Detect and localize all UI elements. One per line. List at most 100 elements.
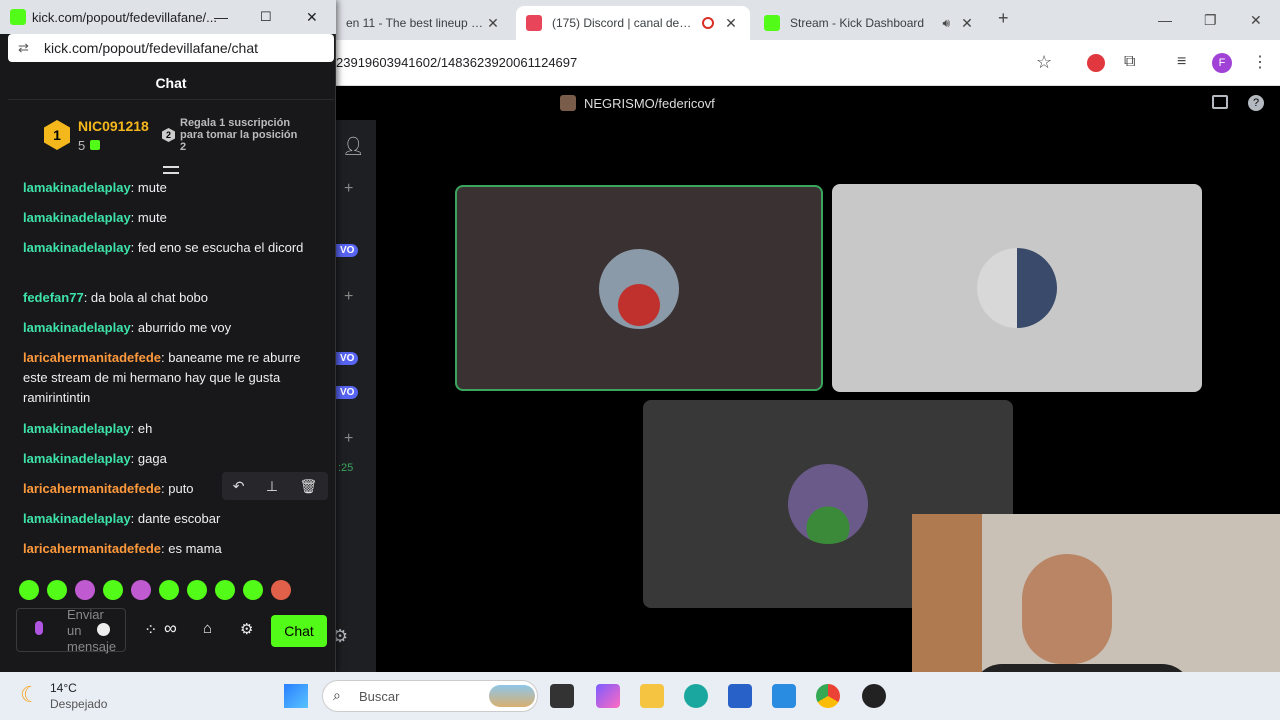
popout-icon[interactable]: [1212, 95, 1228, 109]
popout-address-bar[interactable]: ⇄ kick.com/popout/fedevillafane/chat: [8, 34, 334, 62]
tab-label: en 11 - The best lineup bu: [346, 16, 484, 30]
participant-avatar: [788, 464, 868, 544]
microphone-icon[interactable]: [35, 621, 43, 635]
weather-desc: Despejado: [50, 697, 108, 711]
emote-icon[interactable]: [243, 580, 263, 600]
chrome-icon[interactable]: [816, 684, 840, 708]
chat-message[interactable]: laricahermanitadefede: es mama: [23, 539, 323, 559]
minimize-icon[interactable]: —: [214, 9, 228, 25]
chat-username[interactable]: lamakinadelaplay: [23, 210, 131, 225]
chat-message-input[interactable]: Enviar un mensaje: [16, 607, 126, 654]
emote-icon[interactable]: [131, 580, 151, 600]
chat-message[interactable]: laricahermanitadefede: baneame me re abu…: [23, 348, 323, 408]
live-badge: VO: [336, 244, 359, 257]
chat-username[interactable]: lamakinadelaplay: [23, 240, 131, 255]
chat-message[interactable]: lamakinadelaplay: mute: [23, 208, 323, 228]
chat-message[interactable]: lamakinadelaplay: dante escobar: [23, 509, 323, 529]
chat-username[interactable]: lamakinadelaplay: [23, 180, 131, 195]
menu-icon[interactable]: ⋮: [1252, 52, 1268, 72]
add-icon[interactable]: +: [344, 288, 353, 306]
adblock-icon[interactable]: [1087, 54, 1105, 72]
task-view-icon[interactable]: [550, 684, 574, 708]
participant-avatar: [977, 248, 1057, 328]
file-explorer-icon[interactable]: [640, 684, 664, 708]
store-icon[interactable]: ⌂: [203, 620, 212, 637]
gift-prompt: Regala 1 suscripción para tomar la posic…: [180, 117, 298, 153]
close-icon[interactable]: ✕: [484, 15, 502, 32]
pin-icon[interactable]: ⊥: [266, 478, 278, 495]
edge-icon[interactable]: [684, 684, 708, 708]
screen: en 11 - The best lineup bu ✕ (175) Disco…: [0, 0, 1280, 720]
close-icon[interactable]: ✕: [958, 15, 976, 32]
maximize-icon[interactable]: ☐: [260, 9, 272, 25]
close-window-icon[interactable]: ✕: [1250, 12, 1262, 29]
minimize-icon[interactable]: —: [1158, 12, 1172, 28]
bookmark-star-icon[interactable]: ☆: [1036, 52, 1052, 73]
reply-icon[interactable]: ↶: [233, 478, 245, 495]
outlook-icon[interactable]: [772, 684, 796, 708]
chat-text: : puto: [161, 481, 194, 496]
taskbar-search[interactable]: ⌕ Buscar: [322, 680, 538, 712]
chat-message[interactable]: lamakinadelaplay: mute: [23, 178, 323, 198]
emote-icon[interactable]: [75, 580, 95, 600]
restore-icon[interactable]: ❐: [1204, 12, 1217, 29]
chat-message[interactable]: lamakinadelaplay: aburrido me voy: [23, 318, 323, 338]
chat-username[interactable]: lamakinadelaplay: [23, 511, 131, 526]
chat-username[interactable]: laricahermanitadefede: [23, 481, 161, 496]
start-icon[interactable]: [284, 684, 308, 708]
send-chat-button[interactable]: Chat: [271, 615, 327, 647]
emote-icon[interactable]: [159, 580, 179, 600]
chat-username[interactable]: laricahermanitadefede: [23, 541, 161, 556]
help-icon[interactable]: ?: [1248, 95, 1264, 111]
media-control-icon[interactable]: ≡: [1177, 53, 1186, 71]
chat-username[interactable]: fedefan77: [23, 290, 84, 305]
emote-icon[interactable]: [19, 580, 39, 600]
server-icon: [560, 95, 576, 111]
add-icon[interactable]: +: [344, 180, 353, 198]
close-window-icon[interactable]: ✕: [306, 9, 318, 26]
weather-temp: 14°C: [50, 681, 77, 695]
chat-message[interactable]: lamakinadelaplay: gaga: [23, 449, 323, 469]
emote-icon[interactable]: [271, 580, 291, 600]
chat-username[interactable]: lamakinadelaplay: [23, 320, 131, 335]
infinity-icon[interactable]: ∞: [164, 618, 177, 639]
site-info-icon[interactable]: ⇄: [18, 40, 29, 56]
chat-text: : mute: [130, 180, 167, 195]
profile-avatar[interactable]: F: [1212, 53, 1232, 73]
store-icon[interactable]: [728, 684, 752, 708]
app-icon[interactable]: [862, 684, 886, 708]
settings-icon[interactable]: ⚙: [240, 620, 253, 638]
emoji-icon[interactable]: [97, 623, 110, 636]
chat-message[interactable]: fedefan77: da bola al chat bobo: [23, 288, 323, 308]
emote-icon[interactable]: [187, 580, 207, 600]
leaderboard-user[interactable]: NIC091218: [78, 118, 149, 134]
add-friend-icon[interactable]: 👤︎: [342, 136, 365, 157]
emote-icon[interactable]: [103, 580, 123, 600]
delete-icon[interactable]: 🗑︎: [299, 478, 317, 495]
tab-lineup[interactable]: en 11 - The best lineup bu ✕: [336, 6, 512, 40]
points-icon[interactable]: ⁘: [144, 620, 157, 640]
speaker-icon[interactable]: 🔊︎: [942, 16, 950, 31]
chat-username[interactable]: lamakinadelaplay: [23, 451, 131, 466]
chat-username[interactable]: laricahermanitadefede: [23, 350, 161, 365]
kick-icon: [10, 9, 26, 25]
discord-icon: [526, 15, 542, 31]
call-header: [336, 86, 1280, 120]
copilot-icon[interactable]: [596, 684, 620, 708]
tab-kick-dashboard[interactable]: Stream - Kick Dashboard 🔊︎ ✕: [754, 6, 986, 40]
participant-tile-speaking[interactable]: [455, 185, 823, 391]
address-bar-url[interactable]: 23919603941602/1483623920061124697: [336, 55, 577, 70]
tab-discord[interactable]: (175) Discord | canal de voz ✕: [516, 6, 750, 40]
weather-icon[interactable]: ☾: [20, 682, 40, 708]
chat-username[interactable]: lamakinadelaplay: [23, 421, 131, 436]
participant-tile[interactable]: [832, 184, 1202, 392]
new-tab-button[interactable]: +: [998, 8, 1009, 29]
chat-message[interactable]: lamakinadelaplay: eh: [23, 419, 323, 439]
chat-message[interactable]: lamakinadelaplay: fed eno se escucha el …: [23, 238, 323, 258]
emote-icon[interactable]: [47, 580, 67, 600]
collapse-icon[interactable]: [163, 166, 179, 174]
add-icon[interactable]: +: [344, 430, 353, 448]
extensions-icon[interactable]: ⧉: [1124, 53, 1135, 71]
emote-icon[interactable]: [215, 580, 235, 600]
close-icon[interactable]: ✕: [722, 15, 740, 32]
